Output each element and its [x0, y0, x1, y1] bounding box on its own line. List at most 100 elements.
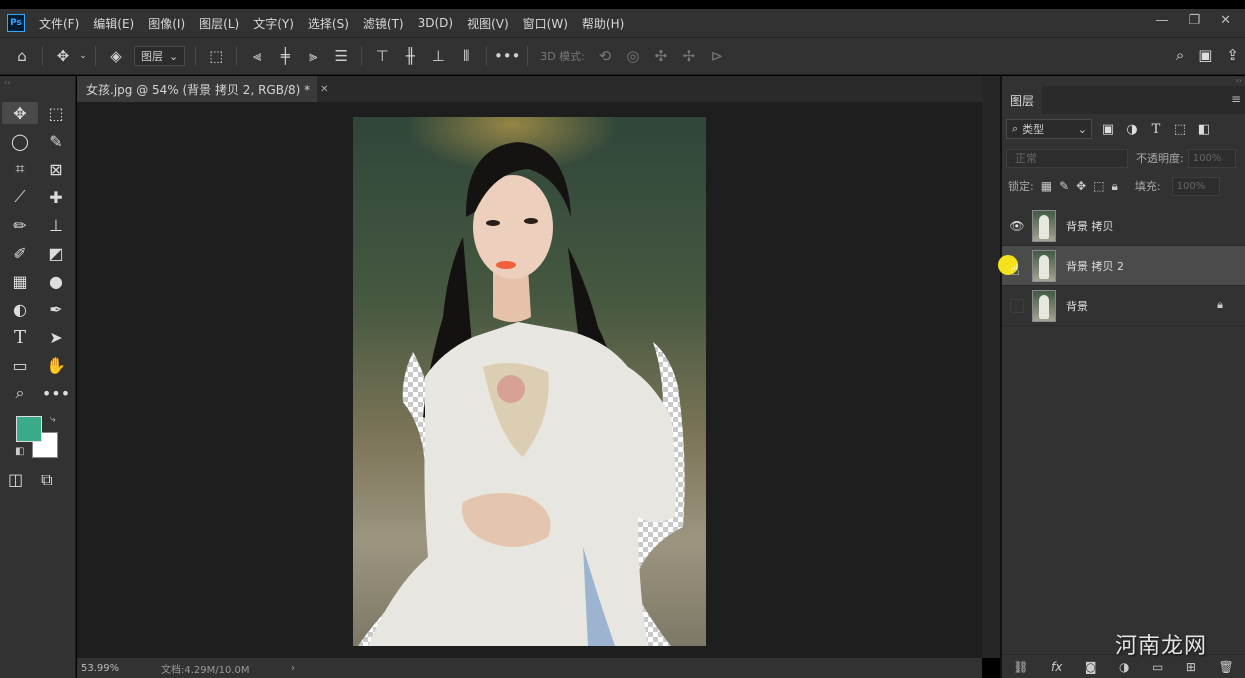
visibility-eye-icon[interactable]: 👁︎ — [1002, 219, 1032, 233]
minimize-button[interactable]: — — [1155, 13, 1168, 28]
panel-grip-icon[interactable]: ›› — [1002, 76, 1245, 86]
stamp-tool-icon[interactable]: ⊥ — [38, 214, 74, 236]
blur-tool-icon[interactable]: ● — [38, 270, 74, 292]
default-colors-icon[interactable]: ◧ — [15, 446, 24, 457]
menu-file[interactable]: 文件(F) — [39, 15, 79, 32]
screen-mode-icon[interactable]: ⧉ — [41, 470, 52, 490]
quick-mask-icon[interactable]: ◫ — [8, 470, 23, 490]
align-bottom-icon[interactable]: ⊥ — [424, 47, 452, 65]
filter-type-icon[interactable]: T — [1148, 122, 1164, 137]
menu-edit[interactable]: 编辑(E) — [93, 15, 134, 32]
fx-icon[interactable]: fx — [1051, 660, 1062, 674]
trash-icon[interactable]: 🗑︎ — [1218, 660, 1233, 674]
eyedropper-tool-icon[interactable]: ⟋ — [2, 186, 38, 208]
crop-tool-icon[interactable]: ⌗ — [2, 158, 38, 180]
filter-adjustment-icon[interactable]: ◑ — [1124, 122, 1140, 137]
quick-selection-tool-icon[interactable]: ✎ — [38, 130, 74, 152]
menu-3d[interactable]: 3D(D) — [418, 16, 453, 30]
transform-controls-icon[interactable]: ⬚ — [202, 47, 230, 65]
link-layers-icon[interactable]: ⛓ — [1013, 660, 1028, 674]
zoom-tool-icon[interactable]: ⌕ — [2, 382, 38, 404]
more-tools-icon[interactable]: ••• — [38, 382, 74, 404]
layer-row[interactable]: 背景 🔒︎ — [1002, 286, 1245, 326]
canvas-area[interactable] — [77, 102, 982, 658]
3d-camera-icon[interactable]: ⊳ — [703, 47, 731, 65]
3d-roll-icon[interactable]: ◎ — [619, 47, 647, 65]
visibility-toggle-empty[interactable] — [1010, 298, 1024, 313]
panel-menu-icon[interactable]: ≡ — [1231, 92, 1241, 106]
search-icon[interactable]: ⌕ — [1176, 46, 1184, 64]
layer-row[interactable]: 👁︎ 背景 拷贝 — [1002, 206, 1245, 246]
lock-image-icon[interactable]: ✎ — [1059, 179, 1069, 193]
menu-view[interactable]: 视图(V) — [467, 15, 509, 32]
filter-pixel-icon[interactable]: ▣ — [1100, 122, 1116, 137]
3d-orbit-icon[interactable]: ⟲ — [591, 47, 619, 65]
type-tool-icon[interactable]: T — [2, 326, 38, 348]
menu-select[interactable]: 选择(S) — [308, 15, 349, 32]
filter-kind-dropdown[interactable]: ⌕ 类型 ⌄ — [1006, 119, 1092, 139]
chevron-down-icon[interactable]: ⌄ — [77, 51, 89, 61]
move-tool-icon[interactable]: ✥ — [2, 102, 38, 124]
tab-layers[interactable]: 图层 — [1002, 86, 1042, 114]
3d-pan-icon[interactable]: ✣ — [647, 47, 675, 65]
share-icon[interactable]: ⇪ — [1226, 46, 1239, 64]
lock-artboard-icon[interactable]: ⬚ — [1093, 179, 1104, 193]
chevron-right-icon[interactable]: › — [291, 663, 295, 674]
marquee-tool-icon[interactable]: ⬚ — [38, 102, 74, 124]
filter-smart-object-icon[interactable]: ◧ — [1196, 122, 1212, 137]
blend-mode-dropdown[interactable]: 正常 — [1006, 148, 1128, 168]
more-options-icon[interactable]: ••• — [493, 47, 521, 65]
hand-tool-icon[interactable]: ✋ — [38, 354, 74, 376]
canvas-scrollbar[interactable] — [982, 76, 1000, 658]
menu-filter[interactable]: 滤镜(T) — [363, 15, 404, 32]
add-mask-icon[interactable]: ◙ — [1085, 660, 1097, 674]
menu-window[interactable]: 窗口(W) — [523, 15, 568, 32]
close-icon[interactable]: ✕ — [320, 84, 328, 95]
new-group-icon[interactable]: ▭ — [1152, 660, 1163, 674]
align-right-icon[interactable]: ⫸ — [299, 47, 327, 65]
swap-colors-icon[interactable]: ⤷ — [50, 414, 56, 425]
layer-row-selected[interactable]: ☝︎ 背景 拷贝 2 — [998, 246, 1245, 286]
menu-type[interactable]: 文字(Y) — [253, 15, 294, 32]
healing-brush-tool-icon[interactable]: ✚ — [38, 186, 74, 208]
panel-grip-icon[interactable]: ‹‹ — [0, 76, 75, 102]
move-tool-icon[interactable]: ✥ — [49, 47, 77, 65]
eraser-tool-icon[interactable]: ◩ — [38, 242, 74, 264]
align-middle-icon[interactable]: ╫ — [396, 47, 424, 65]
path-selection-tool-icon[interactable]: ➤ — [38, 326, 74, 348]
workspace-icon[interactable]: ▣ — [1198, 46, 1212, 64]
menu-help[interactable]: 帮助(H) — [582, 15, 624, 32]
menu-layer[interactable]: 图层(L) — [199, 15, 239, 32]
lock-position-icon[interactable]: ✥ — [1076, 179, 1086, 193]
adjustment-layer-icon[interactable]: ◑ — [1119, 660, 1129, 674]
filter-shape-icon[interactable]: ⬚ — [1172, 122, 1188, 137]
dodge-tool-icon[interactable]: ◐ — [2, 298, 38, 320]
3d-slide-icon[interactable]: ✢ — [675, 47, 703, 65]
lock-all-icon[interactable]: 🔒︎ — [1112, 179, 1118, 194]
pen-tool-icon[interactable]: ✒ — [38, 298, 74, 320]
align-top-icon[interactable]: ⊤ — [368, 47, 396, 65]
frame-tool-icon[interactable]: ⊠ — [38, 158, 74, 180]
distribute-horizontal-icon[interactable]: ⫴ — [452, 47, 480, 65]
lock-transparent-icon[interactable]: ▦ — [1041, 179, 1052, 193]
foreground-color-swatch[interactable] — [16, 416, 42, 442]
menu-image[interactable]: 图像(I) — [148, 15, 185, 32]
close-window-button[interactable]: ✕ — [1220, 13, 1231, 28]
auto-select-target-dropdown[interactable]: 图层 ⌄ — [134, 46, 186, 66]
auto-select-icon[interactable]: ◈ — [102, 47, 130, 65]
opacity-field[interactable]: 100% — [1187, 148, 1236, 168]
zoom-level[interactable]: 53.99% — [81, 663, 161, 674]
distribute-vertical-icon[interactable]: ☰ — [327, 47, 355, 65]
lasso-tool-icon[interactable]: ◯ — [2, 130, 38, 152]
restore-button[interactable]: ❐ — [1188, 13, 1200, 28]
gradient-tool-icon[interactable]: ▦ — [2, 270, 38, 292]
align-center-h-icon[interactable]: ╪ — [271, 47, 299, 65]
align-left-icon[interactable]: ⫷ — [243, 47, 271, 65]
history-brush-tool-icon[interactable]: ✐ — [2, 242, 38, 264]
fill-field[interactable]: 100% — [1171, 176, 1220, 196]
new-layer-icon[interactable]: ⊞ — [1186, 660, 1196, 674]
document-image[interactable] — [353, 117, 706, 646]
home-icon[interactable]: ⌂ — [8, 47, 36, 65]
rectangle-tool-icon[interactable]: ▭ — [2, 354, 38, 376]
brush-tool-icon[interactable]: ✏ — [2, 214, 38, 236]
